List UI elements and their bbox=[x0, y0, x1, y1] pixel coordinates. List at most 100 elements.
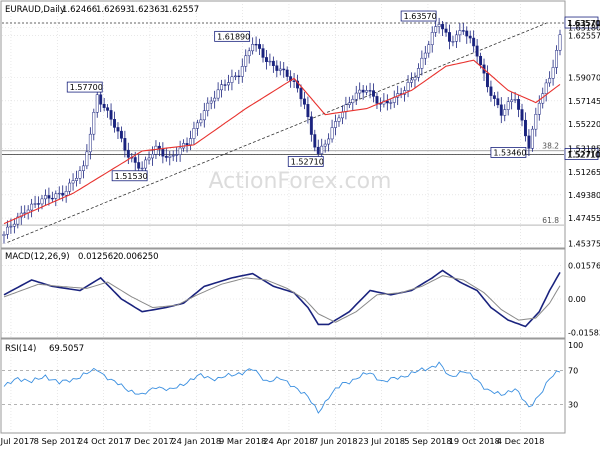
candle-body bbox=[261, 48, 265, 58]
price-tick-label: 1.59070 bbox=[568, 73, 600, 82]
candle-body bbox=[430, 32, 434, 45]
candle-body bbox=[213, 97, 217, 102]
candle-body bbox=[195, 122, 199, 129]
candle-body bbox=[6, 226, 9, 235]
candle-body bbox=[282, 68, 286, 71]
candle-body bbox=[64, 191, 68, 196]
candle-body bbox=[365, 90, 369, 93]
price-header-low: 1.62363 bbox=[130, 5, 165, 15]
candle-body bbox=[265, 57, 268, 62]
candle-body bbox=[327, 138, 331, 145]
candle-body bbox=[247, 50, 251, 57]
candle-body bbox=[416, 68, 420, 78]
price-annotation-label: 1.51530 bbox=[115, 172, 148, 181]
candle-body bbox=[320, 145, 324, 154]
candle-body bbox=[168, 155, 172, 158]
candle-body bbox=[503, 109, 507, 116]
candle-body bbox=[406, 82, 410, 91]
candle-body bbox=[209, 100, 213, 104]
fib-level-label: 38.2 bbox=[542, 142, 559, 151]
x-tick-label: 26 Jul 2017 bbox=[0, 436, 34, 446]
candle-body bbox=[513, 99, 517, 101]
candle-body bbox=[358, 89, 362, 94]
x-tick-label: 9 Mar 2018 bbox=[219, 436, 266, 446]
candle-body bbox=[468, 35, 472, 39]
candle-body bbox=[420, 57, 424, 69]
candle-body bbox=[133, 157, 137, 163]
candle-body bbox=[185, 143, 189, 145]
candle-body bbox=[448, 32, 451, 42]
candle-body bbox=[472, 37, 476, 47]
price-tick-label: 1.57145 bbox=[568, 97, 600, 106]
candle-body bbox=[78, 170, 82, 179]
candle-body bbox=[147, 157, 151, 161]
candle-body bbox=[527, 135, 531, 149]
candle-body bbox=[389, 102, 393, 104]
x-tick-label: 8 Sep 2017 bbox=[34, 436, 81, 446]
candle-body bbox=[437, 24, 441, 27]
candle-body bbox=[240, 66, 244, 77]
candle-body bbox=[486, 72, 489, 88]
candle-body bbox=[375, 96, 379, 104]
macd-header-value: 0.012562 bbox=[78, 252, 119, 262]
candle-body bbox=[351, 98, 355, 104]
candle-body bbox=[544, 82, 548, 94]
candle-body bbox=[340, 111, 344, 119]
candle-body bbox=[230, 76, 234, 83]
candle-body bbox=[524, 119, 527, 137]
candle-body bbox=[220, 84, 224, 91]
candle-body bbox=[199, 119, 203, 124]
candle-body bbox=[306, 104, 310, 118]
candle-body bbox=[555, 50, 558, 68]
candle-body bbox=[475, 45, 479, 57]
candle-body bbox=[33, 203, 37, 205]
macd-header-signal: 0.006250 bbox=[118, 252, 159, 262]
candle-body bbox=[223, 84, 227, 86]
macd-tick-label: -0.015834 bbox=[568, 328, 600, 337]
rsi-tick-label: 100 bbox=[568, 341, 583, 350]
price-tick-label: 1.55220 bbox=[568, 120, 600, 129]
candle-body bbox=[451, 41, 455, 43]
candle-body bbox=[444, 28, 448, 33]
candle-body bbox=[202, 110, 206, 121]
candle-body bbox=[109, 110, 113, 120]
candle-body bbox=[285, 69, 289, 77]
candle-body bbox=[126, 149, 130, 158]
candle-body bbox=[499, 104, 503, 116]
macd-panel: MACD(12,26,9) 0.012562 0.006250 bbox=[0, 248, 566, 339]
candle-body bbox=[441, 24, 445, 30]
candle-body bbox=[278, 68, 282, 71]
candle-body bbox=[334, 121, 337, 128]
candle-body bbox=[233, 75, 237, 78]
candle-body bbox=[492, 95, 496, 99]
candle-body bbox=[537, 102, 541, 115]
price-tick-label: 1.47455 bbox=[568, 214, 600, 223]
candle-body bbox=[434, 26, 438, 33]
candle-body bbox=[88, 133, 92, 153]
candle-body bbox=[137, 162, 141, 169]
candle-body bbox=[271, 60, 275, 66]
candle-body bbox=[99, 94, 103, 105]
candle-body bbox=[465, 30, 469, 37]
candle-body bbox=[299, 87, 303, 100]
chart-canvas: ActionForex.com 1.63570 1.52710 38.2 61.8 1.… bbox=[0, 0, 600, 450]
candle-body bbox=[43, 195, 47, 200]
candle-body bbox=[423, 52, 427, 59]
candle-body bbox=[71, 180, 75, 184]
candle-body bbox=[95, 94, 99, 113]
candle-body bbox=[330, 127, 334, 140]
x-tick-label: 7 Jun 2018 bbox=[313, 436, 358, 446]
candle-body bbox=[30, 203, 34, 211]
candle-body bbox=[354, 92, 358, 100]
candle-body bbox=[47, 195, 51, 199]
price-tick-label: 1.45375 bbox=[568, 239, 600, 248]
candle-body bbox=[123, 138, 127, 151]
candle-body bbox=[368, 90, 372, 92]
candle-body bbox=[410, 79, 413, 83]
candle-body bbox=[534, 114, 538, 130]
price-panel-title: EURAUD,Daily bbox=[5, 5, 65, 15]
candle-body bbox=[496, 98, 500, 106]
candle-body bbox=[102, 104, 106, 108]
candle-body bbox=[313, 134, 317, 148]
watermark: ActionForex.com bbox=[209, 169, 392, 194]
